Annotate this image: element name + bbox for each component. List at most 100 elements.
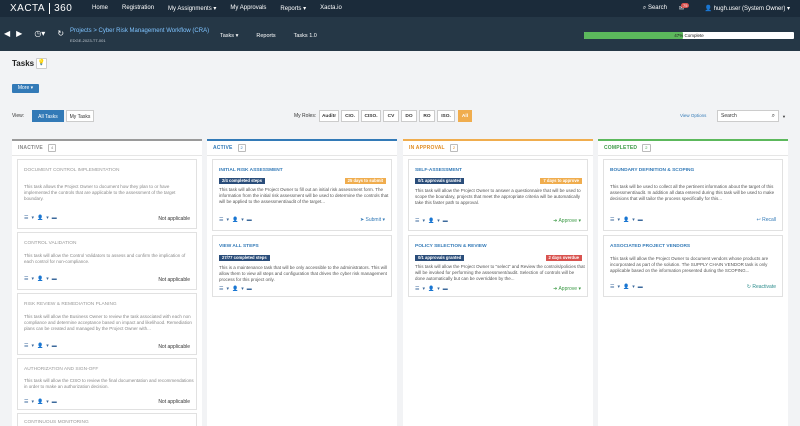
task-card[interactable]: ASSOCIATED PROJECT VENDORS This task wil… <box>603 235 783 297</box>
task-card[interactable]: SELF-ASSESSMENT 0/1 approvals granted 7 … <box>408 159 588 231</box>
global-search-button[interactable]: ⌕ Search <box>643 5 667 12</box>
chevron-down-icon[interactable]: ▾ <box>46 276 49 282</box>
clock-icon[interactable]: ◷▾ <box>34 29 45 38</box>
chevron-down-icon[interactable]: ▾ <box>437 218 440 224</box>
card-title[interactable]: ASSOCIATED PROJECT VENDORS <box>610 244 690 249</box>
nav-my-assignments[interactable]: My Assignments ▾ <box>168 5 216 12</box>
breadcrumb[interactable]: Projects > Cyber Risk Management Workflo… <box>70 28 209 34</box>
card-title[interactable]: CONTINUOUS MONITORING <box>24 420 89 425</box>
list-icon[interactable]: ☰ <box>610 217 614 223</box>
chevron-down-icon[interactable]: ▾ <box>226 217 229 223</box>
card-title[interactable]: CONTROL VALIDATION <box>24 241 76 246</box>
expand-right-icon[interactable]: ▶ <box>16 29 22 38</box>
user-icon[interactable]: 👤 <box>623 217 629 223</box>
submit-button[interactable]: ➤ Submit ▾ <box>360 217 385 223</box>
chevron-down-icon[interactable]: ▾ <box>241 286 244 292</box>
chevron-down-icon[interactable]: ▾ <box>241 217 244 223</box>
chat-icon[interactable]: ▬ <box>443 218 448 224</box>
user-icon[interactable]: 👤 <box>623 284 629 290</box>
reactivate-button[interactable]: ↻ Reactivate <box>747 284 776 290</box>
user-icon[interactable]: 👤 <box>37 399 43 405</box>
chat-icon[interactable]: ▬ <box>52 215 57 221</box>
user-icon[interactable]: 👤 <box>37 276 43 282</box>
nav-my-approvals[interactable]: My Approvals <box>230 5 266 12</box>
user-icon[interactable]: 👤 <box>428 286 434 292</box>
role-all[interactable]: All <box>458 110 472 122</box>
more-button[interactable]: More ▾ <box>12 84 39 93</box>
card-title[interactable]: INITIAL RISK ASSESSMENT <box>219 168 283 173</box>
nav-registration[interactable]: Registration <box>122 5 154 12</box>
user-icon[interactable]: 👤 <box>37 215 43 221</box>
task-card[interactable]: VIEW ALL STEPS 27/77 completed steps Thi… <box>212 235 392 297</box>
role-auditr[interactable]: Auditr <box>319 110 339 122</box>
chat-icon[interactable]: ▬ <box>52 343 57 349</box>
chat-icon[interactable]: ▬ <box>52 399 57 405</box>
chevron-down-icon[interactable]: ▾ <box>617 284 620 290</box>
list-icon[interactable]: ☰ <box>415 286 419 292</box>
list-icon[interactable]: ☰ <box>219 286 223 292</box>
chevron-down-icon[interactable]: ▼ <box>782 114 786 119</box>
chevron-down-icon[interactable]: ▾ <box>617 217 620 223</box>
chevron-down-icon[interactable]: ▾ <box>31 276 34 282</box>
list-icon[interactable]: ☰ <box>610 284 614 290</box>
chevron-down-icon[interactable]: ▾ <box>31 343 34 349</box>
card-title[interactable]: BOUNDARY DEFINITION & SCOPING <box>610 168 694 173</box>
task-card[interactable]: INITIAL RISK ASSESSMENT 2/4 completed st… <box>212 159 392 231</box>
nav-home[interactable]: Home <box>92 5 108 12</box>
chevron-down-icon[interactable]: ▾ <box>46 399 49 405</box>
user-icon[interactable]: 👤 <box>37 343 43 349</box>
chevron-down-icon[interactable]: ▾ <box>31 215 34 221</box>
view-all-tasks-button[interactable]: All Tasks <box>32 110 64 122</box>
card-title[interactable]: POLICY SELECTION & REVIEW <box>415 244 487 249</box>
user-icon[interactable]: 👤 <box>232 286 238 292</box>
chat-icon[interactable]: ▬ <box>247 286 252 292</box>
card-title[interactable]: SELF-ASSESSMENT <box>415 168 462 173</box>
list-icon[interactable]: ☰ <box>24 276 28 282</box>
list-icon[interactable]: ☰ <box>415 218 419 224</box>
chat-icon[interactable]: ▬ <box>443 286 448 292</box>
chat-icon[interactable]: ▬ <box>247 217 252 223</box>
chat-icon[interactable]: ▬ <box>638 284 643 290</box>
chevron-down-icon[interactable]: ▾ <box>632 217 635 223</box>
chevron-down-icon[interactable]: ▾ <box>632 284 635 290</box>
nav-xacta-io[interactable]: Xacta.io <box>320 5 342 12</box>
chevron-down-icon[interactable]: ▾ <box>422 286 425 292</box>
app-logo[interactable]: XACTA 360 <box>0 3 92 14</box>
role-ro[interactable]: RO <box>419 110 435 122</box>
approve-button[interactable]: ➜ Approve ▾ <box>553 218 581 224</box>
role-ciso[interactable]: CISO. <box>361 110 381 122</box>
role-do[interactable]: DO <box>401 110 417 122</box>
chevron-down-icon[interactable]: ▾ <box>226 286 229 292</box>
tasks-1-0-menu[interactable]: Tasks 1.0 <box>294 33 317 39</box>
list-icon[interactable]: ☰ <box>24 343 28 349</box>
collapse-left-icon[interactable]: ◀ <box>4 29 10 38</box>
nav-reports[interactable]: Reports ▾ <box>280 5 306 12</box>
refresh-icon[interactable]: ↻ <box>57 29 64 38</box>
approve-button[interactable]: ➜ Approve ▾ <box>553 286 581 292</box>
card-title[interactable]: DOCUMENT CONTROL IMPLEMENTATION <box>24 168 120 173</box>
list-icon[interactable]: ☰ <box>24 215 28 221</box>
task-card[interactable]: DOCUMENT CONTROL IMPLEMENTATION This tas… <box>17 159 197 229</box>
role-cio[interactable]: CIO. <box>341 110 359 122</box>
chevron-down-icon[interactable]: ▾ <box>46 215 49 221</box>
reports-menu[interactable]: Reports <box>256 33 275 39</box>
tasks-menu[interactable]: Tasks ▾ <box>220 33 238 39</box>
card-title[interactable]: AUTHORIZATION AND SIGN-OFF <box>24 367 98 372</box>
mail-button[interactable]: ✉75 <box>679 3 692 12</box>
task-card[interactable]: POLICY SELECTION & REVIEW 0/1 approvals … <box>408 235 588 297</box>
role-cv[interactable]: CV <box>383 110 399 122</box>
card-title[interactable]: VIEW ALL STEPS <box>219 244 259 249</box>
chevron-down-icon[interactable]: ▾ <box>437 286 440 292</box>
task-search-input[interactable]: Search ⌕ <box>717 110 779 122</box>
task-card[interactable]: CONTROL VALIDATION This task will allow … <box>17 232 197 290</box>
lightbulb-icon[interactable]: 💡 <box>36 58 47 69</box>
chat-icon[interactable]: ▬ <box>52 276 57 282</box>
chevron-down-icon[interactable]: ▾ <box>46 343 49 349</box>
recall-button[interactable]: ↩ Recall <box>757 217 777 223</box>
chevron-down-icon[interactable]: ▾ <box>31 399 34 405</box>
card-title[interactable]: RISK REVIEW & REMEDIATION PLANING <box>24 302 117 307</box>
user-icon[interactable]: 👤 <box>428 218 434 224</box>
task-card[interactable]: RISK REVIEW & REMEDIATION PLANING This t… <box>17 293 197 355</box>
list-icon[interactable]: ☰ <box>219 217 223 223</box>
user-icon[interactable]: 👤 <box>232 217 238 223</box>
